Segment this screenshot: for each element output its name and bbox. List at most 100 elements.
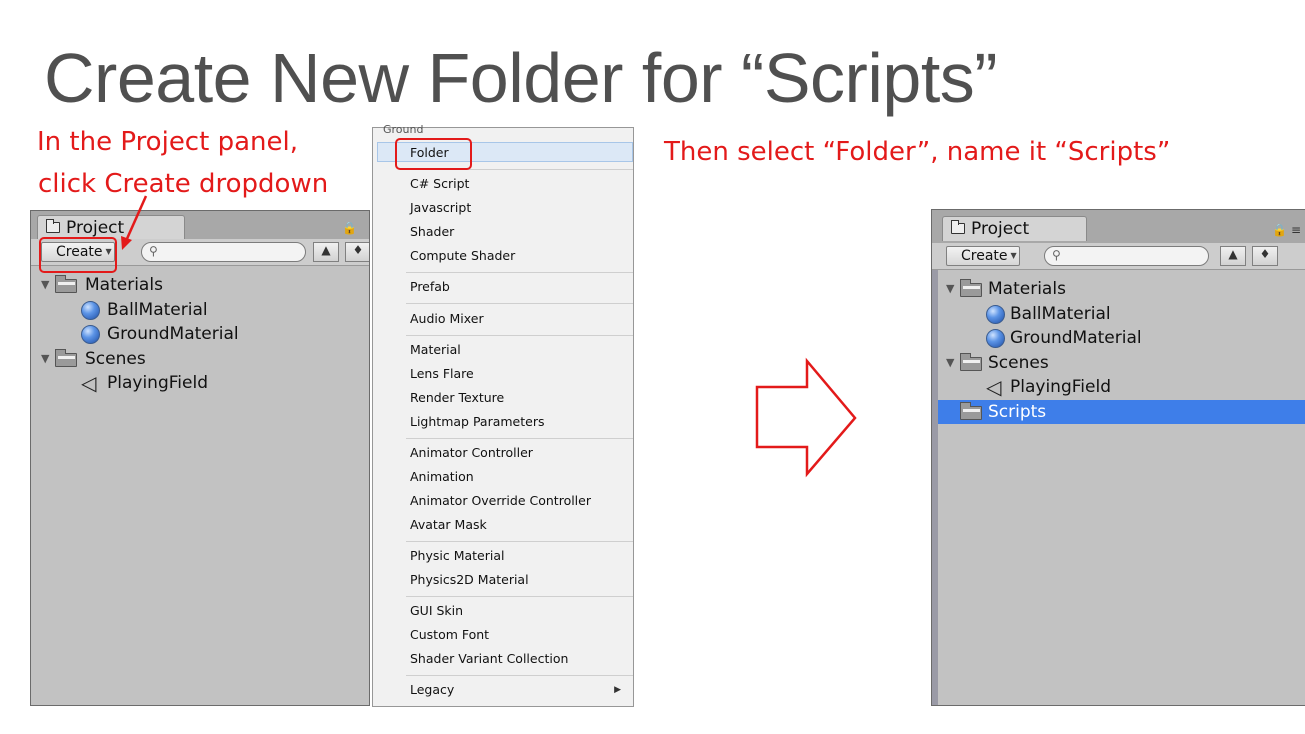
menu-separator	[406, 303, 633, 304]
highlight-folder-item	[395, 138, 472, 170]
tree-label: BallMaterial	[1010, 303, 1111, 324]
annotation-step1-line1: In the Project panel,	[37, 127, 298, 157]
tree-row-ballmaterial[interactable]: BallMaterial	[932, 302, 1305, 327]
tree-row-scripts[interactable]: Scripts	[938, 399, 1305, 424]
project-tree: ▼ Materials BallMaterial GroundMaterial …	[932, 277, 1305, 424]
unity-scene-icon: ◁	[81, 371, 97, 395]
tree-label: PlayingField	[107, 373, 208, 393]
menu-header-clipped: Ground	[383, 123, 424, 135]
project-toolbar: Create ▼ ⚲ ▲ ♦	[932, 243, 1305, 270]
tree-row-materials[interactable]: ▼ Materials	[31, 273, 369, 298]
next-step-arrow-icon	[755, 357, 857, 478]
menu-item-prefab[interactable]: Prefab	[410, 277, 450, 297]
shapes-icon: ▲	[1228, 247, 1238, 261]
search-icon: ⚲	[149, 244, 158, 258]
material-sphere-icon	[986, 329, 1005, 348]
tree-row-groundmaterial[interactable]: GroundMaterial	[31, 322, 369, 347]
expand-triangle-icon[interactable]: ▼	[41, 273, 49, 297]
material-sphere-icon	[81, 300, 100, 320]
lock-icon[interactable]: 🔒 ≡	[1272, 223, 1301, 237]
tree-label: Scripts	[988, 401, 1047, 422]
annotation-step1-line2: click Create dropdown	[38, 169, 329, 199]
search-input[interactable]: ⚲	[1044, 246, 1209, 266]
menu-item-material[interactable]: Material	[410, 340, 461, 360]
menu-item-compute-shader[interactable]: Compute Shader	[410, 246, 515, 266]
tree-label: Scenes	[988, 352, 1049, 373]
material-sphere-icon	[986, 304, 1005, 324]
tree-row-scenes[interactable]: ▼ Scenes	[31, 347, 369, 372]
tree-label: GroundMaterial	[107, 324, 239, 344]
search-icon: ⚲	[1052, 248, 1061, 262]
tree-label: GroundMaterial	[1010, 328, 1142, 348]
folder-tab-icon	[46, 219, 60, 233]
filter-label-button[interactable]: ♦	[345, 242, 369, 262]
menu-item-render-texture[interactable]: Render Texture	[410, 388, 504, 408]
menu-item-animator-override-controller[interactable]: Animator Override Controller	[410, 491, 591, 511]
menu-item-lightmap-parameters[interactable]: Lightmap Parameters	[410, 412, 545, 432]
folder-icon	[960, 279, 982, 297]
tab-label: Project	[66, 218, 125, 238]
tree-row-playingfield[interactable]: ◁ PlayingField	[932, 375, 1305, 400]
annotation-step2: Then select “Folder”, name it “Scripts”	[664, 137, 1171, 167]
tab-strip: Project 🔒 ≡	[932, 210, 1305, 243]
menu-item-shader[interactable]: Shader	[410, 222, 454, 242]
tree-label: Materials	[988, 279, 1066, 299]
tree-row-materials[interactable]: ▼ Materials	[932, 277, 1305, 302]
tab-label: Project	[971, 219, 1030, 239]
unity-scene-icon: ◁	[986, 375, 1002, 399]
tag-icon: ♦	[1259, 247, 1271, 261]
project-panel-after: Project 🔒 ≡ Create ▼ ⚲ ▲ ♦ ▼ Materials Ba…	[931, 209, 1305, 706]
menu-item-animation[interactable]: Animation	[410, 467, 474, 487]
menu-item-custom-font[interactable]: Custom Font	[410, 625, 489, 645]
filter-type-button[interactable]: ▲	[313, 242, 339, 262]
tab-strip: Project 🔒	[31, 211, 369, 240]
slide-title: Create New Folder for “Scripts”	[44, 39, 998, 117]
menu-item-animator-controller[interactable]: Animator Controller	[410, 443, 533, 463]
tree-row-ballmaterial[interactable]: BallMaterial	[31, 298, 369, 323]
tree-label: Scenes	[85, 348, 146, 369]
tree-label: Materials	[85, 275, 163, 295]
folder-icon	[55, 348, 77, 367]
folder-icon	[55, 275, 77, 293]
tree-row-playingfield[interactable]: ◁ PlayingField	[31, 371, 369, 396]
material-sphere-icon	[81, 325, 100, 344]
menu-item-avatar-mask[interactable]: Avatar Mask	[410, 515, 487, 535]
folder-icon	[960, 401, 982, 420]
expand-triangle-icon[interactable]: ▼	[41, 347, 49, 371]
chevron-down-icon: ▼	[1010, 251, 1017, 260]
menu-item-audio-mixer[interactable]: Audio Mixer	[410, 309, 484, 329]
create-dropdown-menu: Ground Folder C# Script Javascript Shade…	[372, 123, 634, 707]
submenu-arrow-icon: ▶	[614, 685, 621, 695]
highlight-create-button	[39, 237, 117, 273]
lock-icon[interactable]: 🔒	[342, 221, 357, 235]
menu-item-lens-flare[interactable]: Lens Flare	[410, 364, 474, 384]
menu-separator	[406, 596, 633, 597]
tree-label: PlayingField	[1010, 377, 1111, 397]
menu-item-legacy[interactable]: Legacy	[410, 680, 454, 700]
menu-separator	[406, 541, 633, 542]
tree-row-groundmaterial[interactable]: GroundMaterial	[932, 326, 1305, 351]
folder-tab-icon	[951, 220, 965, 234]
menu-separator	[406, 675, 633, 676]
menu-separator	[406, 272, 633, 273]
create-label: Create	[961, 248, 1008, 264]
menu-item-javascript[interactable]: Javascript	[410, 198, 471, 218]
menu-separator	[406, 438, 633, 439]
menu-item-physic-material[interactable]: Physic Material	[410, 546, 504, 566]
menu-item-shader-variant-collection[interactable]: Shader Variant Collection	[410, 649, 568, 669]
menu-item-physics2d-material[interactable]: Physics2D Material	[410, 570, 529, 590]
create-dropdown-button[interactable]: Create ▼	[946, 246, 1020, 266]
menu-item-csharp-script[interactable]: C# Script	[410, 174, 469, 194]
tab-project[interactable]: Project	[942, 216, 1087, 241]
tree-row-scenes[interactable]: ▼ Scenes	[932, 351, 1305, 376]
search-input[interactable]: ⚲	[141, 242, 306, 262]
filter-type-button[interactable]: ▲	[1220, 246, 1246, 266]
tree-label: BallMaterial	[107, 299, 208, 320]
project-tree: ▼ Materials BallMaterial GroundMaterial …	[31, 273, 369, 396]
expand-triangle-icon[interactable]: ▼	[946, 351, 954, 375]
expand-triangle-icon[interactable]: ▼	[946, 277, 954, 301]
filter-label-button[interactable]: ♦	[1252, 246, 1278, 266]
project-panel-before: Project 🔒 Create ▼ ⚲ ▲ ♦ ▼ Materials Ball…	[30, 210, 370, 706]
menu-item-gui-skin[interactable]: GUI Skin	[410, 601, 463, 621]
menu-separator	[406, 335, 633, 336]
